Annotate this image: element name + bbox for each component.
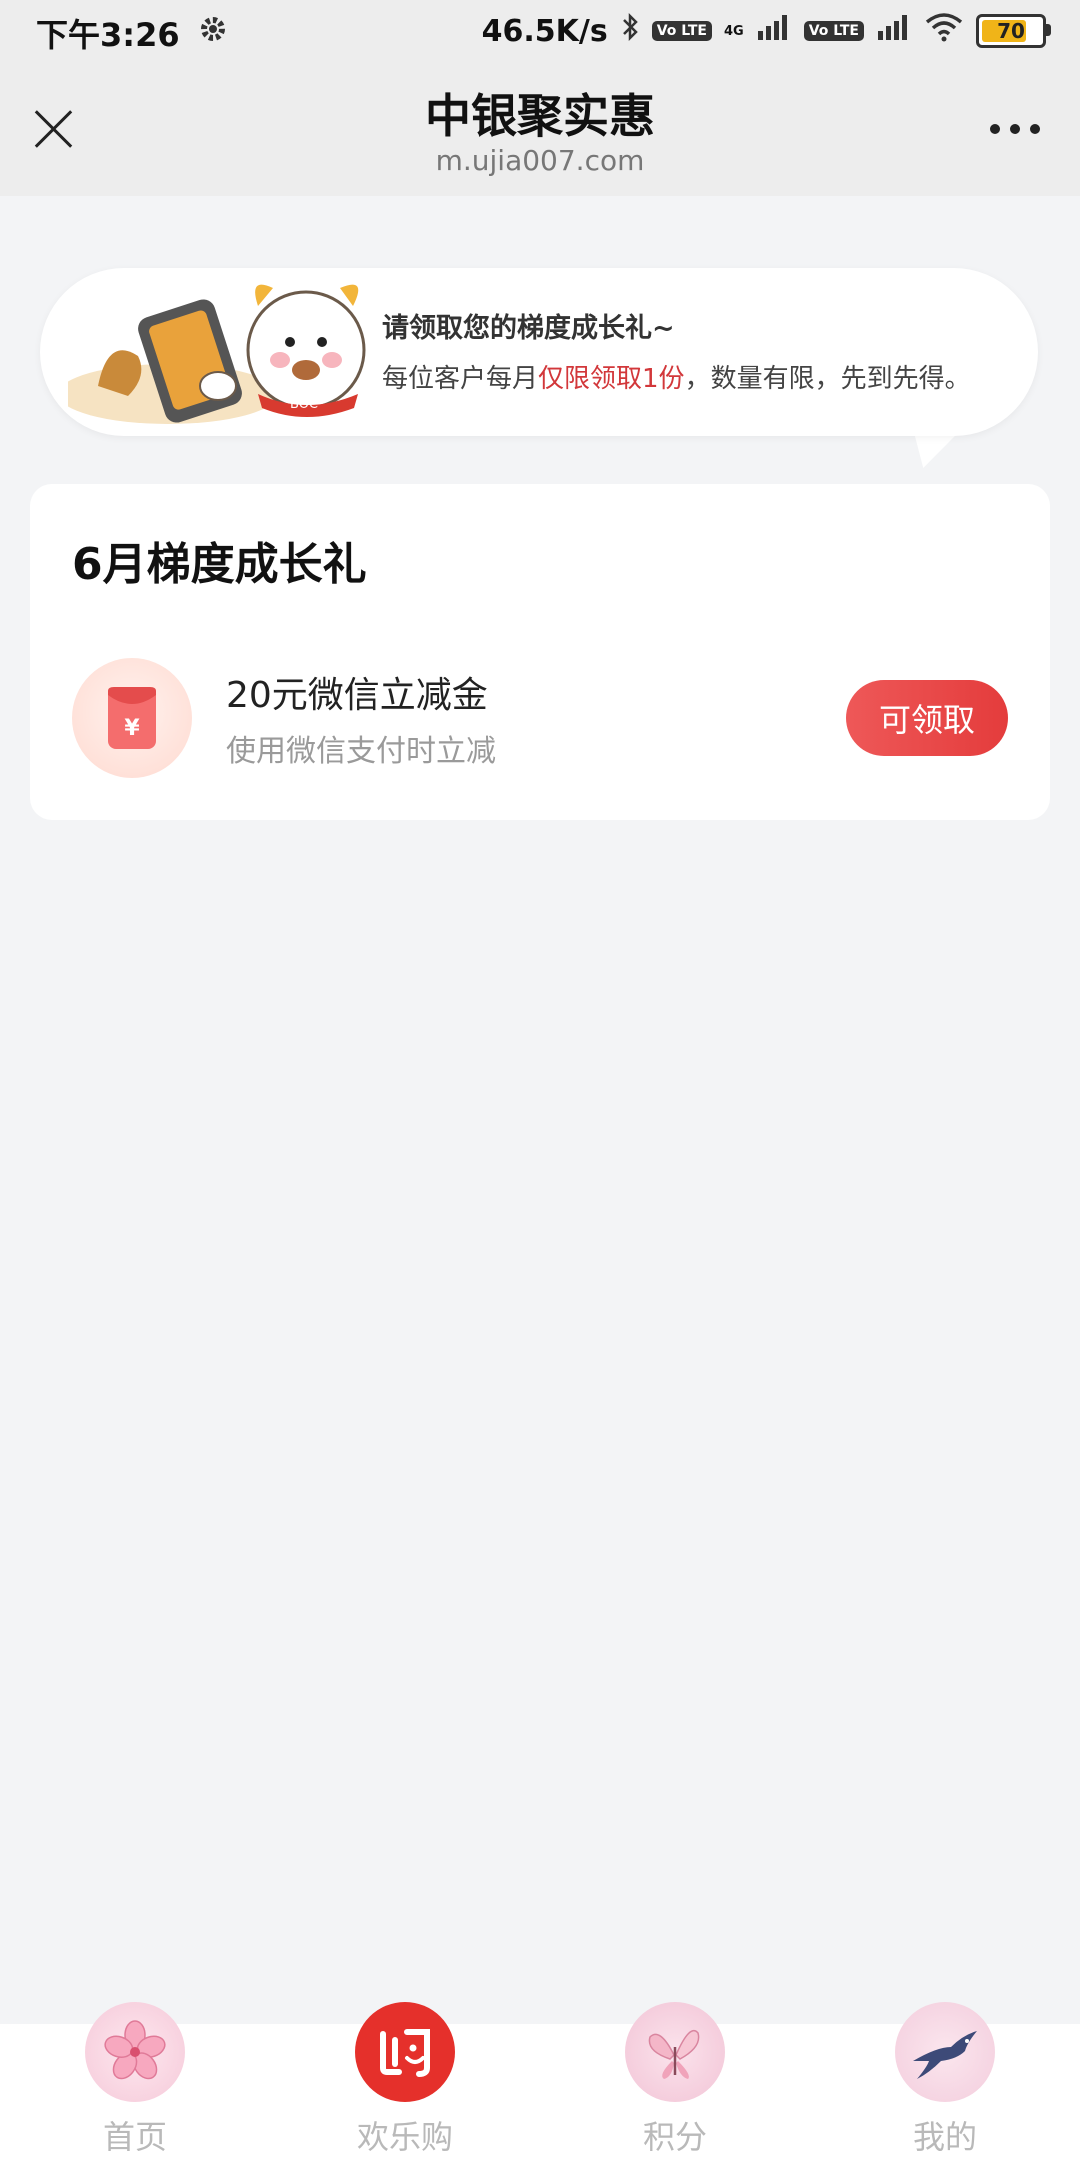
card-title: 6月梯度成长礼 (72, 539, 367, 590)
banner-title: 请领取您的梯度成长礼~ (382, 313, 675, 344)
flower-icon (85, 2002, 185, 2102)
banner-subtitle-after: ，数量有限，先到先得。 (684, 364, 971, 394)
bottom-nav: 首页 欢乐购 积分 我的 (0, 2002, 1080, 2160)
battery-icon: 70 (976, 14, 1051, 48)
swallow-icon (895, 2002, 995, 2102)
coupon-name: 20元微信立减金 (226, 675, 488, 716)
title-bar: 中银聚实惠 m.ujia007.com (0, 66, 1080, 196)
status-bar: 下午3:26 46.5K/s Vo LTE 4G Vo LTE 70 (0, 0, 1080, 66)
network-type: 4G (724, 23, 744, 39)
red-envelope-icon: ¥ (72, 658, 192, 778)
nav-label-points: 积分 (642, 2118, 707, 2156)
notice-banner: BOC 请领取您的梯度成长礼~ 每位客户每月仅限领取1份，数量有限，先到先得。 (40, 268, 1038, 436)
volte-icon: Vo LTE (651, 21, 712, 41)
wifi-icon (924, 12, 964, 50)
banner-subtitle-before: 每位客户每月 (382, 364, 539, 394)
mascot-badge-text: BOC (290, 397, 318, 412)
banner-subtitle-highlight: 仅限领取1份 (538, 364, 685, 394)
bluetooth-icon (620, 12, 640, 50)
volte-icon-2: Vo LTE (803, 21, 864, 41)
signal-icon-2 (876, 13, 912, 49)
page-url: m.ujia007.com (435, 144, 645, 177)
more-options-icon[interactable] (990, 124, 1040, 134)
network-speed: 46.5K/s (481, 13, 608, 49)
settings-icon (198, 14, 228, 52)
banner-subtitle: 每位客户每月仅限领取1份，数量有限，先到先得。 (382, 358, 971, 395)
butterfly-icon (625, 2002, 725, 2102)
signal-icon (756, 13, 792, 49)
coupon-description: 使用微信支付时立减 (226, 734, 496, 769)
mascot-illustration: BOC (58, 276, 378, 426)
nav-label-mine: 我的 (912, 2118, 977, 2156)
nav-label-home: 首页 (102, 2118, 167, 2156)
nav-label-shop: 欢乐购 (356, 2118, 453, 2156)
coupon-currency-symbol: ¥ (124, 716, 140, 741)
page-title: 中银聚实惠 (425, 89, 655, 143)
claim-button[interactable]: 可领取 (846, 680, 1008, 756)
gift-card: 6月梯度成长礼 ¥ 20元微信立减金 使用微信支付时立减 可领取 (30, 484, 1050, 820)
status-time: 下午3:26 (36, 16, 180, 54)
battery-level: 70 (997, 19, 1025, 43)
shop-logo-icon (355, 2002, 455, 2102)
